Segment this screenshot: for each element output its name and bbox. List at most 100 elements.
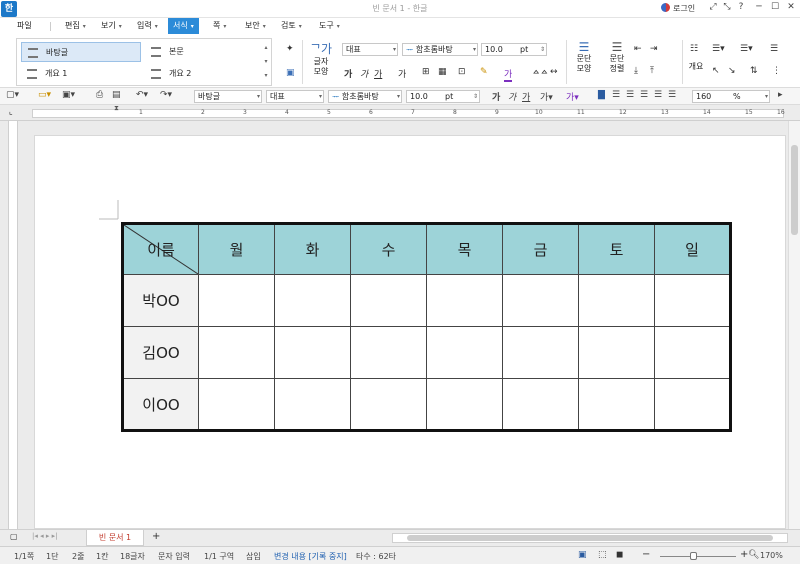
day-header-mon[interactable]: 월 bbox=[198, 223, 275, 275]
help-icon[interactable]: ? bbox=[734, 2, 748, 12]
table-cell[interactable] bbox=[350, 326, 427, 379]
gallery-scroll[interactable]: ▴ ▾ ▾ bbox=[262, 41, 270, 83]
multilevel-list-icon[interactable]: ☰ bbox=[770, 44, 778, 54]
day-header-sun[interactable]: 일 bbox=[654, 223, 731, 275]
toolbar-lang-combo[interactable]: 대표 ▾ bbox=[266, 90, 324, 103]
tab-type-icon[interactable]: ⌞ bbox=[9, 107, 13, 116]
table-cell[interactable] bbox=[578, 274, 655, 327]
menu-file[interactable]: 파일 bbox=[12, 18, 37, 34]
border-icon[interactable]: ⊞ bbox=[422, 67, 430, 77]
undo-icon[interactable]: ↶▾ bbox=[136, 90, 148, 100]
fullscreen-icon[interactable]: ⤢ bbox=[706, 2, 720, 12]
ribbon-size-combo[interactable]: 10.0 pt ⇕ bbox=[481, 43, 547, 56]
toolbar-font-combo[interactable]: ᅲ 함초롬바탕 ▾ bbox=[328, 90, 402, 103]
outline-option-icon[interactable]: ⋮ bbox=[772, 66, 781, 76]
menu-review[interactable]: 검토 ▾ bbox=[276, 18, 307, 34]
table-cell[interactable] bbox=[578, 326, 655, 379]
two-page-icon[interactable]: ◼ bbox=[616, 550, 623, 560]
font-color-button[interactable]: 가 bbox=[504, 67, 513, 82]
style-item-normal[interactable]: 바탕글 bbox=[21, 42, 141, 62]
day-header-sat[interactable]: 토 bbox=[578, 223, 655, 275]
align-distribute-icon[interactable]: ☰ bbox=[654, 90, 662, 100]
table-cell[interactable] bbox=[350, 378, 427, 431]
save-icon[interactable]: ▣▾ bbox=[62, 90, 75, 100]
menu-insert[interactable]: 입력 ▾ bbox=[132, 18, 163, 34]
toolbar-strike-button[interactable]: 가▾ bbox=[540, 90, 553, 103]
zoom-search-icon[interactable]: 🔍︎ bbox=[748, 550, 759, 560]
align-right-icon[interactable]: ☰ bbox=[626, 90, 634, 100]
strikethrough-button[interactable]: 가 bbox=[398, 67, 406, 80]
redo-icon[interactable]: ↷▾ bbox=[160, 90, 172, 100]
table-cell[interactable] bbox=[274, 274, 351, 327]
underline-button[interactable]: 가 bbox=[374, 67, 382, 80]
toolbar-italic-button[interactable]: 가 bbox=[508, 90, 516, 103]
table-cell[interactable] bbox=[198, 326, 275, 379]
menu-edit[interactable]: 편집 ▾ bbox=[60, 18, 91, 34]
horizontal-scrollbar[interactable] bbox=[392, 533, 788, 543]
preview-icon[interactable]: ▤ bbox=[112, 90, 121, 100]
zoom-out-button[interactable]: − bbox=[642, 549, 650, 560]
tab-nav-first-icon[interactable]: |◂ ◂ ▸ ▸| bbox=[32, 532, 57, 540]
indent-increase-icon[interactable]: ⇥ bbox=[650, 44, 658, 54]
highlight-icon[interactable]: ✎ bbox=[480, 67, 488, 77]
table-cell[interactable] bbox=[426, 274, 503, 327]
vertical-scrollbar[interactable] bbox=[788, 121, 800, 529]
status-page[interactable]: 1/1쪽 bbox=[14, 551, 34, 562]
schedule-table[interactable]: 이름 월 화 수 목 금 토 일 박OO 김OO 이OO bbox=[121, 222, 732, 432]
menu-tools[interactable]: 도구 ▾ bbox=[314, 18, 345, 34]
toolbar-zoom-combo[interactable]: 160% ▾ bbox=[692, 90, 770, 103]
login-button[interactable]: 로그인 bbox=[661, 3, 695, 14]
char-shape-button[interactable]: ᄀ가 글자 모양 bbox=[308, 40, 334, 77]
style-item-outline-1[interactable]: 개요 1 bbox=[21, 64, 141, 84]
style-add-icon[interactable]: ✦ bbox=[286, 44, 294, 54]
add-tab-button[interactable]: + bbox=[152, 531, 160, 542]
ribbon-lang-combo[interactable]: 대표 ▾ bbox=[342, 43, 398, 56]
menu-page[interactable]: 쪽 ▾ bbox=[208, 18, 231, 34]
table-cell[interactable] bbox=[654, 326, 731, 379]
page-layout-icon[interactable]: ▣ bbox=[578, 550, 587, 560]
outline-list-icon[interactable]: ☷ bbox=[690, 44, 698, 54]
table-cell[interactable] bbox=[426, 326, 503, 379]
toolbar-bold-button[interactable]: 가 bbox=[492, 90, 500, 103]
close-button[interactable]: ✕ bbox=[784, 2, 798, 12]
status-zoom[interactable]: 170% bbox=[760, 551, 783, 560]
day-header-fri[interactable]: 금 bbox=[502, 223, 579, 275]
corner-cell[interactable]: 이름 bbox=[122, 223, 199, 275]
style-item-body[interactable]: 본문 bbox=[145, 42, 265, 62]
toolbar-font-color-button[interactable]: 가▾ bbox=[566, 90, 579, 103]
align-center-icon[interactable]: ☰ bbox=[640, 90, 648, 100]
align-divide-icon[interactable]: ☰ bbox=[668, 90, 676, 100]
page-view-icon[interactable]: ▢ bbox=[10, 532, 18, 541]
name-cell[interactable]: 김OO bbox=[122, 326, 199, 379]
horizontal-ruler[interactable]: ⌞ 1 2 3 4 5 6 7 8 9 10 11 12 13 14 15 16… bbox=[0, 104, 800, 121]
maximize-button[interactable]: ☐ bbox=[768, 2, 782, 12]
document-page[interactable]: 이름 월 화 수 목 금 토 일 박OO 김OO 이OO bbox=[34, 135, 786, 529]
para-shape-button[interactable]: ☰ 문단 모양 bbox=[572, 40, 596, 74]
table-cell[interactable] bbox=[654, 378, 731, 431]
table-cell[interactable] bbox=[350, 274, 427, 327]
table-cell[interactable] bbox=[654, 274, 731, 327]
table-cell[interactable] bbox=[502, 378, 579, 431]
full-width-icon[interactable]: ⬚ bbox=[598, 550, 607, 560]
char-spacing-icon[interactable]: ᅀᅀ bbox=[532, 67, 549, 80]
scroll-thumb[interactable] bbox=[407, 535, 773, 541]
day-header-wed[interactable]: 수 bbox=[350, 223, 427, 275]
day-header-thu[interactable]: 목 bbox=[426, 223, 503, 275]
print-icon[interactable]: ⎙ bbox=[96, 90, 103, 100]
table-cell[interactable] bbox=[502, 326, 579, 379]
status-insert-mode[interactable]: 삽입 bbox=[246, 551, 261, 562]
outline-level-down-icon[interactable]: ↘ bbox=[728, 66, 736, 76]
ribbon-font-combo[interactable]: ᅲ 함초롬바탕 ▾ bbox=[402, 43, 478, 56]
status-track-changes[interactable]: 변경 내용 [기록 중지] bbox=[274, 551, 347, 562]
outline-move-icon[interactable]: ⇅ bbox=[750, 66, 758, 76]
align-left-icon[interactable]: ☰ bbox=[612, 90, 620, 100]
vertical-ruler[interactable] bbox=[8, 121, 18, 529]
toolbar-style-combo[interactable]: 바탕글 ▾ bbox=[194, 90, 262, 103]
shade-icon[interactable]: ▦ bbox=[438, 67, 447, 77]
char-width-icon[interactable]: ↔ bbox=[550, 67, 558, 77]
minimize-button[interactable]: ─ bbox=[752, 2, 766, 12]
italic-button[interactable]: 가 bbox=[360, 67, 368, 80]
menu-security[interactable]: 보안 ▾ bbox=[240, 18, 271, 34]
style-folder-icon[interactable]: ▣ bbox=[286, 68, 295, 78]
bullet-list-icon[interactable]: ☰▾ bbox=[712, 44, 725, 54]
